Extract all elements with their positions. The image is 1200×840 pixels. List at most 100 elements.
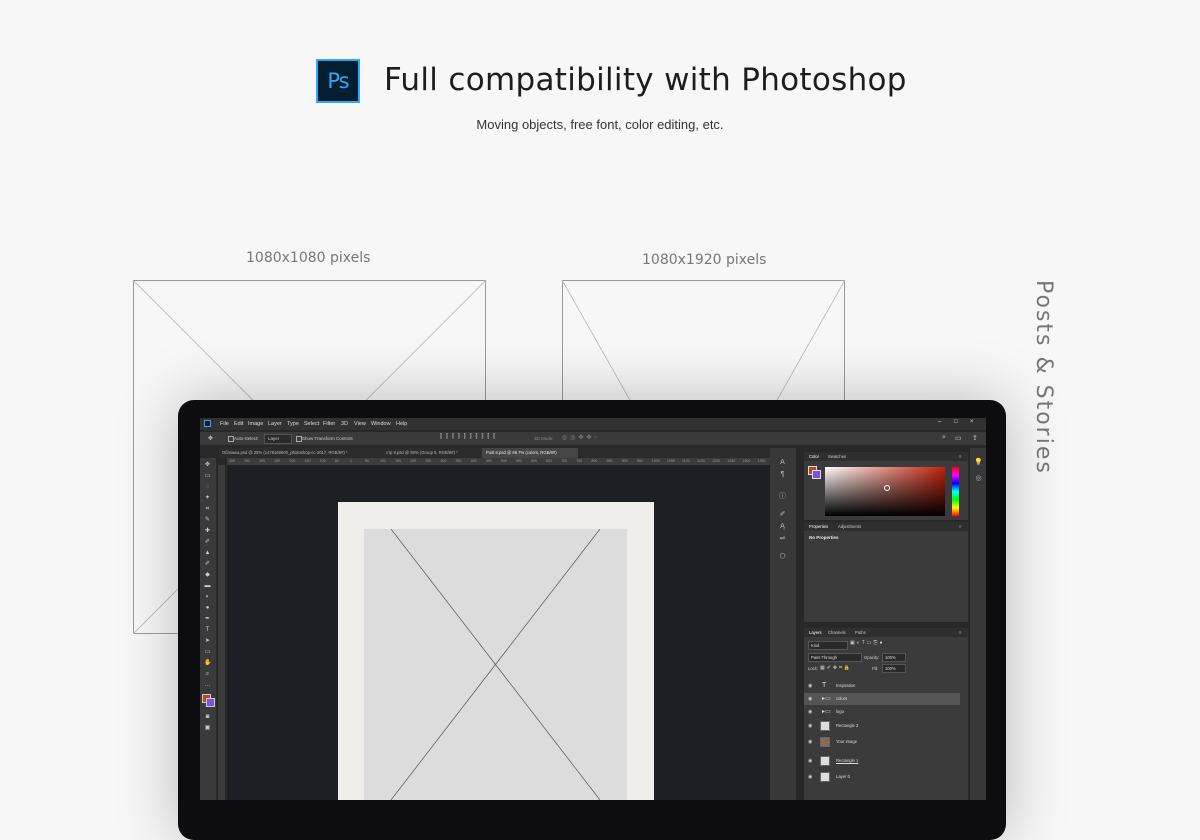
visibility-eye-icon[interactable]: ◉ (808, 723, 812, 729)
menu-type[interactable]: Type (287, 421, 299, 427)
menu-select[interactable]: Select (304, 421, 319, 427)
menu-filter[interactable]: Filter (323, 421, 335, 427)
fill-input[interactable]: 100% (882, 664, 906, 673)
lock-icons[interactable]: ▦✐✥⌗🔒 (820, 665, 852, 671)
layer-row-rectangle-2[interactable]: ◉ Rectangle 2 (804, 720, 960, 734)
3d-panel-icon[interactable]: ⬡ (778, 552, 787, 561)
tab-properties[interactable]: Properties (809, 524, 828, 529)
more-tools-icon[interactable]: … (204, 682, 211, 688)
screen-mode-icon[interactable]: ▣ (204, 725, 211, 731)
visibility-eye-icon[interactable]: ◉ (808, 758, 812, 764)
color-picker-field[interactable] (825, 467, 945, 516)
no-properties-text: No Properties (809, 535, 839, 540)
glyph-panel-icon[interactable]: Ą (778, 522, 787, 531)
libraries-icon[interactable]: ◎ (974, 474, 983, 483)
brush-panel-icon[interactable]: ✐ (778, 510, 787, 519)
type-tool-icon[interactable]: T (204, 627, 211, 633)
hand-tool-icon[interactable]: ✋ (204, 660, 211, 666)
panel-menu-icon[interactable]: ≡ (959, 524, 961, 529)
ps-small-logo-icon (204, 420, 211, 427)
hue-slider[interactable] (952, 467, 959, 516)
tab-paths[interactable]: Paths (855, 630, 866, 635)
eraser-tool-icon[interactable]: ◆ (204, 572, 211, 578)
menu-image[interactable]: Image (248, 421, 263, 427)
adjust-panel-icon[interactable]: ⇌ (778, 534, 787, 543)
info-panel-icon[interactable]: ⓘ (778, 492, 787, 501)
crop-tool-icon[interactable]: ⌗ (204, 506, 211, 512)
layer-row-logo[interactable]: ◉ ▸▭ logo (804, 706, 960, 718)
stamp-tool-icon[interactable]: ▲ (204, 550, 211, 556)
tab-layers[interactable]: Layers (809, 630, 822, 635)
menu-file[interactable]: File (220, 421, 229, 427)
layer-row-layer-0[interactable]: ◉ Layer 0 (804, 771, 960, 785)
magic-wand-icon[interactable]: ✦ (204, 495, 211, 501)
image-placeholder[interactable] (364, 529, 627, 800)
gradient-tool-icon[interactable]: ▬ (204, 583, 211, 589)
panel-menu-icon[interactable]: ≡ (959, 630, 961, 635)
visibility-eye-icon[interactable]: ◉ (808, 709, 812, 715)
share-icon[interactable]: ⇪ (972, 434, 978, 442)
blur-tool-icon[interactable]: ◐ (204, 594, 211, 600)
eyedropper-icon[interactable]: ✎ (204, 517, 211, 523)
menu-view[interactable]: View (354, 421, 366, 427)
layer-filter-icons[interactable]: ▣◐T▭⎘● (850, 640, 885, 646)
workspace-icon[interactable]: ▭ (955, 434, 962, 442)
menu-help[interactable]: Help (396, 421, 407, 427)
menu-layer[interactable]: Layer (268, 421, 282, 427)
ruler-tick-label: 600 (531, 459, 537, 463)
layer-row-your-image[interactable]: ◉ Your image (804, 736, 960, 752)
menu-3d[interactable]: 3D (341, 421, 348, 427)
close-icon[interactable]: × (970, 419, 974, 425)
tab-post6-active[interactable]: Post 6.psd @ 66.7% (colors, RGB/8#) (482, 448, 578, 458)
learn-lightbulb-icon[interactable]: 💡 (974, 458, 983, 467)
zoom-tool-icon[interactable]: ⌕ (204, 671, 211, 677)
pen-tool-icon[interactable]: ✒ (204, 616, 211, 622)
bg-color-chip[interactable] (812, 470, 821, 479)
healing-brush-icon[interactable]: ✚ (204, 528, 211, 534)
tab-adjustments[interactable]: Adjustments (838, 524, 861, 529)
lasso-tool-icon[interactable]: ◌ (204, 484, 211, 490)
move-tool-icon[interactable]: ✥ (204, 462, 211, 468)
layer-row-rectangle-1[interactable]: ◉ Rectangle 1 (804, 755, 960, 769)
menu-edit[interactable]: Edit (234, 421, 243, 427)
tab-str9[interactable]: стр 9.psd @ 50% (Group 5, RGB/8#) * (382, 448, 482, 458)
layer-row-colors-selected[interactable]: ◉ ▸▭ colors (804, 693, 960, 705)
3d-mode-icons[interactable]: ◎◎✥✥▫ (562, 434, 600, 441)
opacity-input[interactable]: 100% (882, 653, 906, 662)
maximize-icon[interactable]: □ (954, 419, 958, 425)
visibility-eye-icon[interactable]: ◉ (808, 683, 812, 689)
vertical-ruler (218, 465, 225, 800)
paragraph-panel-icon[interactable]: ¶ (778, 470, 787, 479)
marquee-tool-icon[interactable]: ▭ (204, 473, 211, 479)
background-color-swatch[interactable] (206, 698, 215, 707)
history-brush-icon[interactable]: ✐ (204, 561, 211, 567)
align-icons[interactable]: ⫿⫿⫿⫿⫿⫿⫿⫿⫿⫿ (440, 434, 499, 441)
tab-swatches[interactable]: Swatches (828, 454, 846, 459)
panel-menu-icon[interactable]: ≡ (959, 454, 961, 459)
character-panel-icon[interactable]: A (778, 458, 787, 467)
ruler-tick-label: 800 (591, 459, 598, 463)
layer-row-inspiration[interactable]: ◉ T Inspiration (804, 680, 960, 692)
brush-tool-icon[interactable]: ✐ (204, 539, 211, 545)
color-picker-cursor[interactable] (884, 485, 890, 491)
visibility-eye-icon[interactable]: ◉ (808, 774, 812, 780)
quick-mask-icon[interactable]: ◙ (204, 714, 211, 720)
visibility-eye-icon[interactable]: ◉ (808, 739, 812, 745)
tab-oblozhka[interactable]: Обложка.psd @ 25% (1478160600_photoshop-… (218, 448, 380, 458)
path-select-icon[interactable]: ➤ (204, 638, 211, 644)
layer-kind-filter[interactable]: Kind (808, 641, 848, 650)
tab-channels[interactable]: Channels (828, 630, 846, 635)
tab-color[interactable]: Color (809, 454, 819, 459)
minimize-icon[interactable]: – (938, 419, 941, 425)
visibility-eye-icon[interactable]: ◉ (808, 696, 812, 702)
ruler-tick-label: 1050 (666, 459, 675, 463)
shape-tool-icon[interactable]: ▭ (204, 649, 211, 655)
ruler-tick-label: 1300 (742, 459, 751, 463)
move-tool-icon[interactable]: ✥ (208, 435, 213, 442)
auto-select-dropdown[interactable]: Layer (264, 434, 292, 444)
menu-window[interactable]: Window (371, 421, 391, 427)
search-icon[interactable]: ⌕ (942, 434, 946, 442)
dodge-tool-icon[interactable]: ● (204, 605, 211, 611)
properties-panel-tabs: Properties Adjustments ≡ (804, 522, 968, 531)
blend-mode-select[interactable]: Pass Through (808, 653, 862, 662)
